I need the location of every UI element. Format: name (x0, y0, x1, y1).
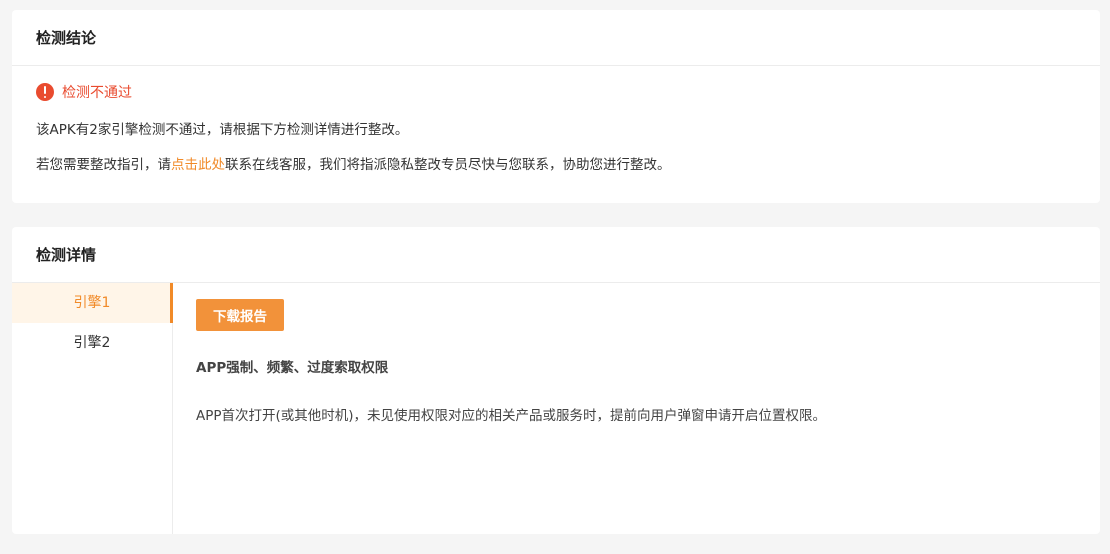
details-title: 检测详情 (12, 227, 1100, 283)
download-report-button[interactable]: 下载报告 (196, 299, 284, 331)
guidance-suffix: 联系在线客服，我们将指派隐私整改专员尽快与您联系，协助您进行整改。 (225, 157, 671, 173)
status-row: 检测不通过 (36, 82, 132, 102)
engine-tab-2[interactable]: 引擎2 (12, 323, 172, 363)
conclusion-title: 检测结论 (12, 10, 1100, 66)
contact-guidance: 若您需要整改指引，请点击此处联系在线客服，我们将指派隐私整改专员尽快与您联系，协… (36, 153, 671, 173)
details-card: 检测详情 引擎1 引擎2 下载报告 APP强制、频繁、过度索取权限 APP首次打… (12, 227, 1100, 534)
guidance-prefix: 若您需要整改指引，请 (36, 157, 171, 173)
engine-tab-1[interactable]: 引擎1 (12, 283, 173, 323)
click-here-link[interactable]: 点击此处 (171, 157, 225, 173)
warning-circle-icon (36, 83, 54, 101)
engine-nav: 引擎1 引擎2 (12, 283, 173, 534)
conclusion-summary: 该APK有2家引擎检测不通过，请根据下方检测详情进行整改。 (36, 122, 409, 138)
issue-title: APP强制、频繁、过度索取权限 (196, 360, 389, 376)
status-text: 检测不通过 (62, 85, 132, 101)
conclusion-card: 检测结论 检测不通过 该APK有2家引擎检测不通过，请根据下方检测详情进行整改。… (12, 10, 1100, 203)
issue-description: APP首次打开(或其他时机)，未见使用权限对应的相关产品或服务时，提前向用户弹窗… (196, 408, 827, 424)
